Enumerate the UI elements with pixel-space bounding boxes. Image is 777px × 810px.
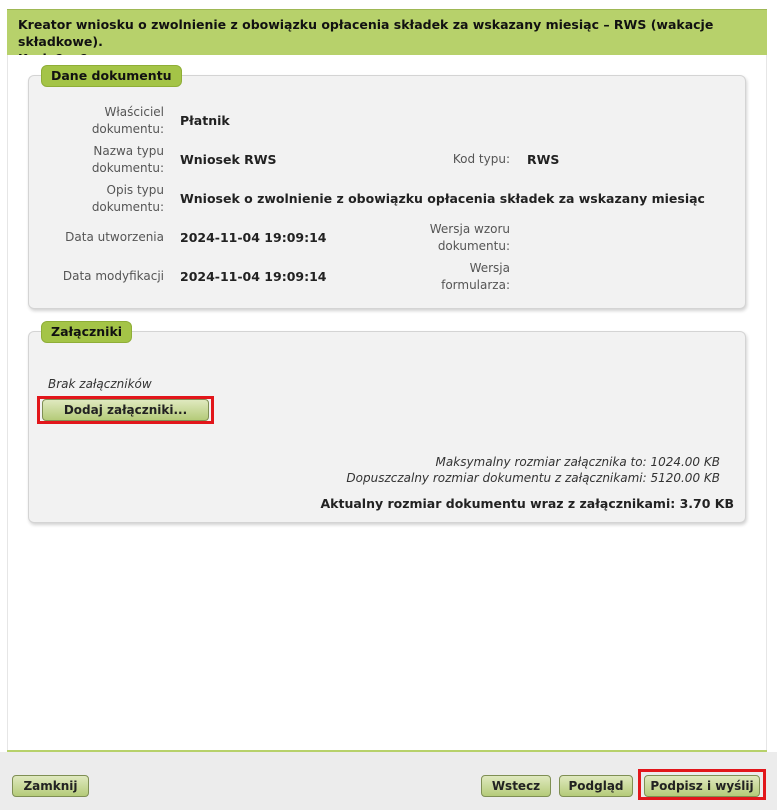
- attachments-panel-title: Załączniki: [41, 321, 133, 343]
- type-desc-label: Opis typu dokumentu:: [91, 183, 164, 214]
- type-desc-value: Wniosek o zwolnienie z obowiązku opłacen…: [180, 191, 705, 206]
- created-value: 2024-11-04 19:09:14: [180, 230, 327, 245]
- type-name-label: Nazwa typu dokumentu:: [91, 144, 164, 175]
- preview-button[interactable]: Podgląd: [559, 775, 633, 797]
- type-code-label: Kod typu:: [452, 152, 510, 166]
- wizard-header: Kreator wniosku o zwolnienie z obowiązku…: [7, 9, 767, 66]
- close-button[interactable]: Zamknij: [12, 775, 89, 797]
- modified-value: 2024-11-04 19:09:14: [180, 269, 327, 284]
- wizard-title: Kreator wniosku o zwolnienie z obowiązku…: [18, 17, 714, 49]
- max-attachment-size-text: Maksymalny rozmiar załącznika to: 1024.0…: [435, 455, 720, 469]
- owner-value: Płatnik: [180, 113, 230, 128]
- modified-label: Data modyfikacji: [62, 269, 164, 283]
- type-name-value: Wniosek RWS: [180, 152, 277, 167]
- created-label: Data utworzenia: [65, 230, 164, 244]
- current-size-text: Aktualny rozmiar dokumentu wraz z załącz…: [320, 496, 734, 511]
- type-code-value: RWS: [527, 152, 560, 167]
- no-attachments-text: Brak załączników: [48, 377, 152, 391]
- owner-label: Właściciel dokumentu:: [91, 105, 164, 136]
- template-version-label: Wersja wzoru dokumentu:: [429, 222, 510, 253]
- max-document-size-text: Dopuszczalny rozmiar dokumentu z załączn…: [346, 471, 720, 485]
- form-version-label: Wersja formularza:: [441, 261, 510, 292]
- back-button[interactable]: Wstecz: [481, 775, 551, 797]
- document-data-panel-title: Dane dokumentu: [41, 65, 182, 87]
- add-attachments-button[interactable]: Dodaj załączniki...: [42, 399, 209, 421]
- sign-and-send-button[interactable]: Podpisz i wyślij: [644, 775, 760, 797]
